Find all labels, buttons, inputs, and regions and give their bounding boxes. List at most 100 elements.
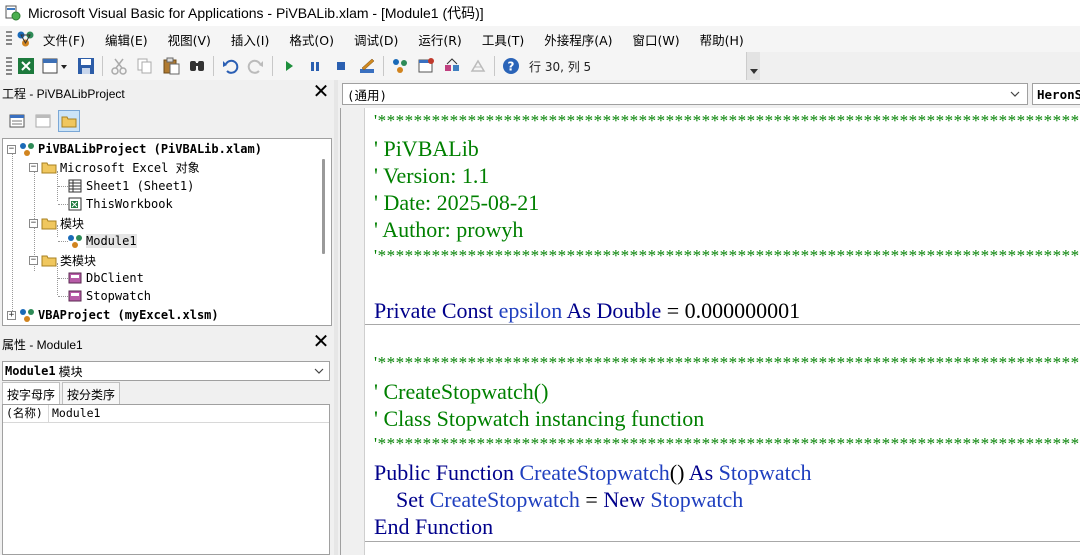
project-icon [19,142,35,156]
properties-panel-header: 属性 - Module1 ✕ [0,332,334,356]
code-editor[interactable]: '***************************************… [340,108,1080,555]
tree-item-label: Microsoft Excel 对象 [60,160,200,175]
project-tree: − PiVBALibProject (PiVBALib.xlam) − Micr… [2,138,332,326]
menu-run[interactable]: 运行(R) [418,30,461,49]
code-line: Public Function CreateStopwatch() As Sto… [374,460,812,485]
toolbar-separator [102,56,103,76]
find-icon[interactable] [187,56,207,76]
menu-bar: 文件(F) 编辑(E) 视图(V) 插入(I) 格式(O) 调试(D) 运行(R… [0,26,1080,52]
tree-item-excel-objects[interactable]: − Microsoft Excel 对象 [29,158,200,176]
toolbar-separator [213,56,214,76]
toolbar-options-icon[interactable] [746,52,760,80]
properties-window-icon[interactable] [416,56,436,76]
collapse-icon[interactable]: − [29,162,38,172]
view-code-icon[interactable] [6,110,28,132]
cut-icon[interactable] [109,56,129,76]
redo-icon[interactable] [246,56,266,76]
tree-item-dbclient[interactable]: DbClient [67,269,144,287]
toolbar-separator [272,56,273,76]
code-line: ' PiVBALib [374,136,479,161]
class-module-icon [67,289,83,303]
chevron-down-icon[interactable] [313,365,325,377]
paste-icon[interactable] [161,56,181,76]
tree-item-label: 类模块 [60,253,97,268]
insert-module-icon[interactable] [42,56,70,76]
project-tree-scrollbar[interactable] [322,159,325,254]
workbook-icon [67,197,83,211]
project-panel-toolbar [0,104,334,138]
undo-icon[interactable] [220,56,240,76]
code-line: ' Date: 2025-08-21 [374,190,540,215]
collapse-icon[interactable]: − [7,144,16,154]
panel-splitter[interactable] [334,80,338,555]
tree-item-thisworkbook[interactable]: ThisWorkbook [67,195,173,213]
properties-grid: (名称) Module1 [2,404,330,555]
folder-open-icon [41,160,57,174]
toolbar-separator [494,56,495,76]
code-line: ' Author: prowyh [374,217,524,242]
chevron-down-icon[interactable] [1009,88,1021,100]
reset-icon[interactable] [331,56,351,76]
menu-help[interactable]: 帮助(H) [700,30,744,49]
worksheet-icon [67,179,83,193]
code-line: Private Const epsilon As Double = 0.0000… [374,298,801,323]
collapse-icon[interactable]: − [29,255,38,265]
run-icon[interactable] [279,56,299,76]
property-row[interactable]: (名称) Module1 [3,405,329,423]
folder-open-icon [41,253,57,267]
design-mode-icon[interactable] [357,56,377,76]
tree-item-pivbalib-project[interactable]: − PiVBALibProject (PiVBALib.xlam) [7,140,262,158]
tree-item-modules[interactable]: − 模块 [29,214,84,232]
view-excel-icon[interactable] [16,56,36,76]
properties-panel-title: 属性 - Module1 [2,337,83,352]
menu-addins[interactable]: 外接程序(A) [544,30,612,49]
menu-debug[interactable]: 调试(D) [354,30,398,49]
toggle-folders-icon[interactable] [58,110,80,132]
property-name: (名称) [3,405,49,422]
menu-tools[interactable]: 工具(T) [482,30,524,49]
tree-item-module1[interactable]: Module1 [67,232,137,250]
property-value[interactable]: Module1 [49,405,100,422]
menu-format[interactable]: 格式(O) [289,30,334,49]
procedure-combo[interactable]: HeronS [1032,83,1080,105]
save-icon[interactable] [76,56,96,76]
vba-app-icon [4,4,22,22]
object-combo-value: (通用) [347,87,388,103]
toolbox-icon[interactable] [468,56,488,76]
menu-insert[interactable]: 插入(I) [231,30,269,49]
tree-item-class-modules[interactable]: − 类模块 [29,251,96,269]
tab-alphabetic[interactable]: 按字母序 [2,382,61,404]
properties-object-select[interactable]: Module1 模块 [2,361,330,381]
copy-icon[interactable] [135,56,155,76]
object-browser-icon[interactable] [442,56,462,76]
project-explorer-icon[interactable] [390,56,410,76]
tree-item-label: 模块 [60,216,85,231]
help-icon[interactable]: ? [501,56,521,76]
menu-edit[interactable]: 编辑(E) [105,30,148,49]
tree-item-stopwatch[interactable]: Stopwatch [67,287,151,305]
break-icon[interactable] [305,56,325,76]
tree-item-label: DbClient [86,271,144,285]
expand-icon[interactable]: + [7,310,16,320]
collapse-icon[interactable]: − [29,218,38,228]
view-object-icon[interactable] [32,110,54,132]
code-line: End Function [374,514,494,539]
menubar-grip[interactable] [6,31,12,47]
menu-window[interactable]: 窗口(W) [633,30,680,49]
toolbar-grip[interactable] [6,57,12,75]
object-combo[interactable]: (通用) [342,83,1028,105]
menu-view[interactable]: 视图(V) [168,30,211,49]
tree-item-sheet1[interactable]: Sheet1 (Sheet1) [67,177,194,195]
module-icon [67,234,83,248]
vba-menu-icon[interactable] [15,29,37,49]
tree-item-label: PiVBALibProject (PiVBALib.xlam) [38,142,262,156]
tree-item-label: ThisWorkbook [86,197,173,211]
project-panel-header: 工程 - PiVBALibProject ✕ [0,82,334,104]
code-margin[interactable] [341,108,365,555]
tab-categorized[interactable]: 按分类序 [62,382,121,404]
properties-panel-close-icon[interactable]: ✕ [310,332,332,354]
menu-file[interactable]: 文件(F) [43,30,85,49]
project-panel-close-icon[interactable]: ✕ [310,82,332,104]
tree-item-vbaproject[interactable]: + VBAProject (myExcel.xlsm) [7,306,219,324]
object-type: 模块 [58,364,83,379]
